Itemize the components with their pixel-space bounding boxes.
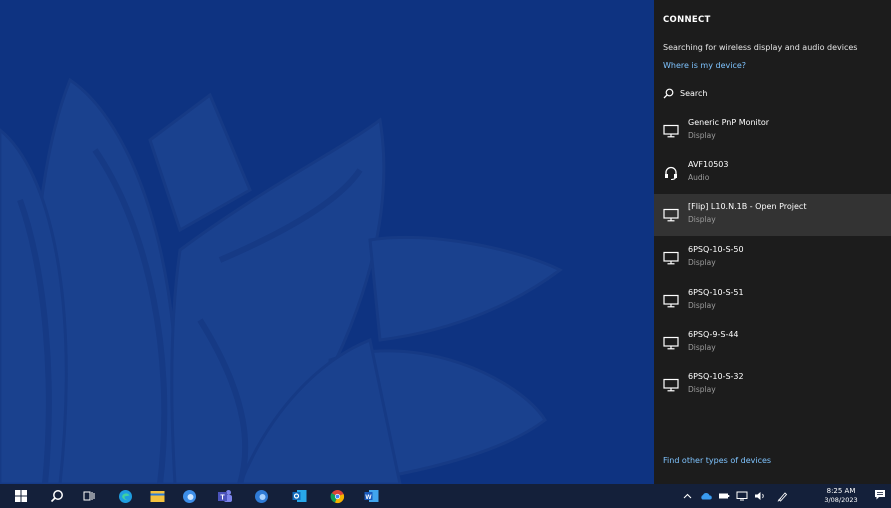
device-name: 6PSQ-9-S-44	[688, 330, 739, 339]
battery-icon	[719, 493, 730, 499]
panel-title: CONNECT	[663, 15, 711, 25]
device-name: 6PSQ-10-S-50	[688, 245, 744, 254]
edge-app[interactable]	[116, 487, 134, 505]
chrome-icon	[330, 489, 344, 503]
device-name: AVF10503	[688, 160, 729, 169]
device-item[interactable]: AVF10503 Audio	[654, 152, 891, 194]
edge-dev-app[interactable]	[180, 487, 198, 505]
device-name: 6PSQ-10-S-32	[688, 372, 744, 381]
connect-panel: CONNECT Searching for wireless display a…	[654, 0, 891, 484]
svg-text:W: W	[365, 494, 372, 501]
edge-icon	[118, 489, 132, 503]
headset-icon	[665, 166, 677, 180]
edge-beta-app[interactable]	[252, 487, 270, 505]
device-type: Display	[688, 301, 716, 310]
monitor-icon	[663, 336, 679, 350]
device-type: Audio	[688, 173, 710, 182]
device-name: 6PSQ-10-S-51	[688, 288, 744, 297]
device-name: [Flip] L10.N.1B - Open Project	[688, 202, 807, 211]
word-icon: W	[364, 490, 378, 502]
search-label: Search	[680, 89, 708, 98]
task-view-button[interactable]	[80, 487, 98, 505]
device-item[interactable]: Generic PnP Monitor Display	[654, 110, 891, 152]
onedrive-icon	[701, 493, 712, 500]
teams-app[interactable]: T	[216, 487, 234, 505]
edge-dev-icon	[182, 489, 196, 503]
monitor-icon	[663, 251, 679, 265]
start-icon	[15, 490, 27, 502]
device-type: Display	[688, 215, 716, 224]
search-button[interactable]: Search	[663, 88, 707, 99]
pen-icon	[777, 491, 787, 502]
clock[interactable]: 8:25 AM 3/08/2023	[816, 487, 866, 505]
svg-text:T: T	[220, 494, 225, 501]
chevron-up-icon	[683, 493, 691, 499]
taskbar: T W 8:25 AM 3/08/2023	[0, 484, 891, 508]
device-type: Display	[688, 131, 716, 140]
search-icon	[663, 88, 674, 99]
find-other-devices-link[interactable]: Find other types of devices	[663, 456, 771, 465]
device-type: Display	[688, 385, 716, 394]
file-explorer-icon	[150, 490, 164, 502]
device-item[interactable]: 6PSQ-10-S-51 Display	[654, 280, 891, 322]
chrome-app[interactable]	[328, 487, 346, 505]
task-view-icon	[83, 491, 95, 501]
clock-date: 3/08/2023	[824, 496, 858, 504]
file-explorer-app[interactable]	[148, 487, 166, 505]
monitor-icon	[663, 208, 679, 222]
device-item-selected[interactable]: [Flip] L10.N.1B - Open Project Display	[654, 194, 891, 236]
device-item[interactable]: 6PSQ-10-S-50 Display	[654, 237, 891, 279]
action-center-button[interactable]	[874, 489, 886, 501]
battery-tray[interactable]	[718, 490, 730, 502]
device-item[interactable]: 6PSQ-9-S-44 Display	[654, 322, 891, 364]
device-type: Display	[688, 343, 716, 352]
monitor-icon	[663, 294, 679, 308]
start-button[interactable]	[12, 487, 30, 505]
clock-time: 8:25 AM	[826, 487, 856, 495]
volume-icon	[755, 492, 764, 500]
teams-icon: T	[218, 489, 232, 502]
outlook-icon	[292, 490, 306, 502]
show-hidden-icons-button[interactable]	[681, 490, 693, 502]
wallpaper-waratah-graphic	[0, 77, 563, 484]
device-item[interactable]: 6PSQ-10-S-32 Display	[654, 364, 891, 406]
taskbar-search-button[interactable]	[48, 487, 66, 505]
monitor-icon	[663, 378, 679, 392]
search-status-text: Searching for wireless display and audio…	[663, 43, 858, 52]
action-center-icon	[875, 490, 885, 500]
desktop-wallpaper	[0, 0, 654, 484]
monitor-icon	[663, 124, 679, 138]
where-is-my-device-link[interactable]: Where is my device?	[663, 61, 746, 70]
volume-tray[interactable]	[754, 490, 766, 502]
device-type: Display	[688, 258, 716, 267]
search-icon	[50, 490, 63, 503]
onedrive-tray[interactable]	[700, 490, 712, 502]
network-tray[interactable]	[736, 490, 748, 502]
device-name: Generic PnP Monitor	[688, 118, 770, 127]
network-icon	[736, 491, 748, 501]
edge-beta-icon	[254, 489, 268, 503]
pen-tray[interactable]	[776, 490, 788, 502]
word-app[interactable]: W	[362, 487, 380, 505]
outlook-app[interactable]	[290, 487, 308, 505]
